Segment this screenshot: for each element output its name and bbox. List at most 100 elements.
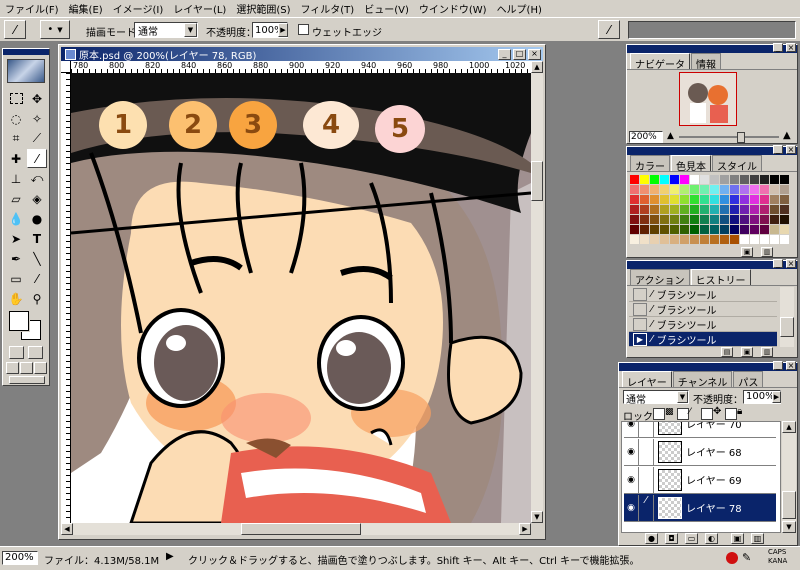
color-swatch[interactable] [640,235,649,244]
zoom-in-icon[interactable]: ▲ [783,130,791,141]
menu-image[interactable]: イメージ(I) [108,1,169,16]
color-swatch[interactable] [670,175,679,184]
type-tool-icon[interactable]: T [27,229,47,248]
history-item[interactable]: ⁄ ブラシツール [629,317,777,332]
color-swatch[interactable] [630,185,639,194]
color-swatch[interactable] [780,215,789,224]
history-source-box[interactable] [633,287,647,301]
scroll-up-icon[interactable]: ▲ [782,421,796,433]
status-zoom-field[interactable]: 200% [2,551,38,565]
color-swatch[interactable] [710,205,719,214]
color-swatch[interactable] [750,215,759,224]
menu-edit[interactable]: 編集(E) [64,1,108,16]
color-swatch[interactable] [680,175,689,184]
color-swatch[interactable] [750,175,759,184]
tab-color[interactable]: カラー [630,155,670,173]
color-swatch[interactable] [690,215,699,224]
color-swatch[interactable] [680,185,689,194]
palette-well[interactable] [628,21,796,39]
navigator-titlebar[interactable]: _ × [627,43,797,53]
tab-swatches[interactable]: 色見本 [671,155,711,173]
color-swatch[interactable] [630,195,639,204]
color-swatch[interactable] [760,235,769,244]
color-swatch[interactable] [710,195,719,204]
scroll-right-icon[interactable]: ▶ [519,523,531,535]
hand-tool-icon[interactable]: ✋ [6,289,26,308]
slice-tool-icon[interactable]: ⟋ [27,129,47,148]
color-swatch[interactable] [640,215,649,224]
ruler-origin[interactable] [61,61,71,73]
color-swatch[interactable] [730,175,739,184]
scroll-thumb[interactable] [782,491,796,519]
lock-all-checkbox[interactable] [725,408,737,420]
color-swatch[interactable] [730,215,739,224]
mode-select[interactable]: 通常 ▼ [134,22,198,38]
color-swatch[interactable] [700,175,709,184]
new-layer-icon[interactable]: ▣ [731,533,744,544]
color-swatch[interactable] [740,205,749,214]
color-swatch[interactable] [770,195,779,204]
scroll-thumb[interactable] [531,161,543,201]
document-titlebar[interactable]: 原本.psd @ 200%(レイヤー 78, RGB) _ □ × [61,47,543,62]
color-swatch[interactable] [650,235,659,244]
color-swatch[interactable] [650,175,659,184]
color-swatch[interactable] [670,185,679,194]
close-icon[interactable]: × [786,259,796,268]
zoom-slider[interactable] [679,132,779,143]
color-swatch[interactable] [770,225,779,234]
layer-opacity-field[interactable]: 100% ▶ [743,390,781,404]
color-swatch[interactable] [720,205,729,214]
color-swatch[interactable] [650,215,659,224]
scroll-left-icon[interactable]: ◀ [61,523,73,535]
layer-row[interactable]: ◉ レイヤー 68 [624,438,776,466]
color-swatch[interactable] [750,195,759,204]
layer-style-icon[interactable]: ● [645,533,658,544]
color-swatch[interactable] [660,225,669,234]
color-swatch[interactable] [720,225,729,234]
menu-help[interactable]: ヘルプ(H) [492,1,547,16]
color-swatch[interactable] [780,225,789,234]
tab-navigator[interactable]: ナビゲータ [630,53,690,71]
lock-transparency-checkbox[interactable] [653,408,665,420]
color-swatch[interactable] [730,235,739,244]
color-swatch[interactable] [650,205,659,214]
zoom-out-icon[interactable]: ▲ [667,131,674,141]
color-swatch[interactable] [680,225,689,234]
close-icon[interactable]: × [786,145,796,154]
color-swatch[interactable] [640,195,649,204]
color-swatch[interactable] [630,225,639,234]
tab-actions[interactable]: アクション [630,269,690,287]
eyedropper-icon[interactable]: ⁄ [27,269,47,288]
color-swatch[interactable] [640,185,649,194]
minimize-icon[interactable]: _ [773,145,783,154]
history-titlebar[interactable]: _ × [627,259,797,269]
color-swatch[interactable] [690,195,699,204]
opacity-field[interactable]: 100% ▶ [252,22,288,38]
color-swatch[interactable] [740,175,749,184]
layer-row[interactable]: ◉ レイヤー 70 [624,422,776,438]
scroll-up-icon[interactable]: ▲ [531,61,543,73]
dodge-tool-icon[interactable]: ● [27,209,47,228]
color-swatch[interactable] [760,195,769,204]
marquee-tool-icon[interactable] [6,89,26,108]
color-swatch[interactable] [760,205,769,214]
tab-styles[interactable]: スタイル [712,155,762,173]
color-swatch[interactable] [670,225,679,234]
menu-file[interactable]: ファイル(F) [0,1,64,16]
color-swatch[interactable] [660,175,669,184]
scroll-thumb[interactable] [241,523,361,535]
vertical-scrollbar[interactable]: ▲ ▼ [531,61,543,523]
history-source-box[interactable] [633,302,647,316]
screen-mode-standard-icon[interactable] [6,362,19,374]
color-swatch[interactable] [770,175,779,184]
color-swatch[interactable] [700,225,709,234]
color-swatch[interactable] [660,205,669,214]
close-icon[interactable]: × [786,43,796,52]
brush-tool-icon[interactable]: ⁄ [598,20,620,39]
menu-window[interactable]: ウインドウ(W) [414,1,492,16]
eye-icon[interactable]: ◉ [624,447,638,457]
color-swatch[interactable] [670,235,679,244]
line-tool-icon[interactable]: ╲ [27,249,47,268]
minimize-icon[interactable]: _ [773,43,783,52]
layer-link-box[interactable] [638,438,654,465]
